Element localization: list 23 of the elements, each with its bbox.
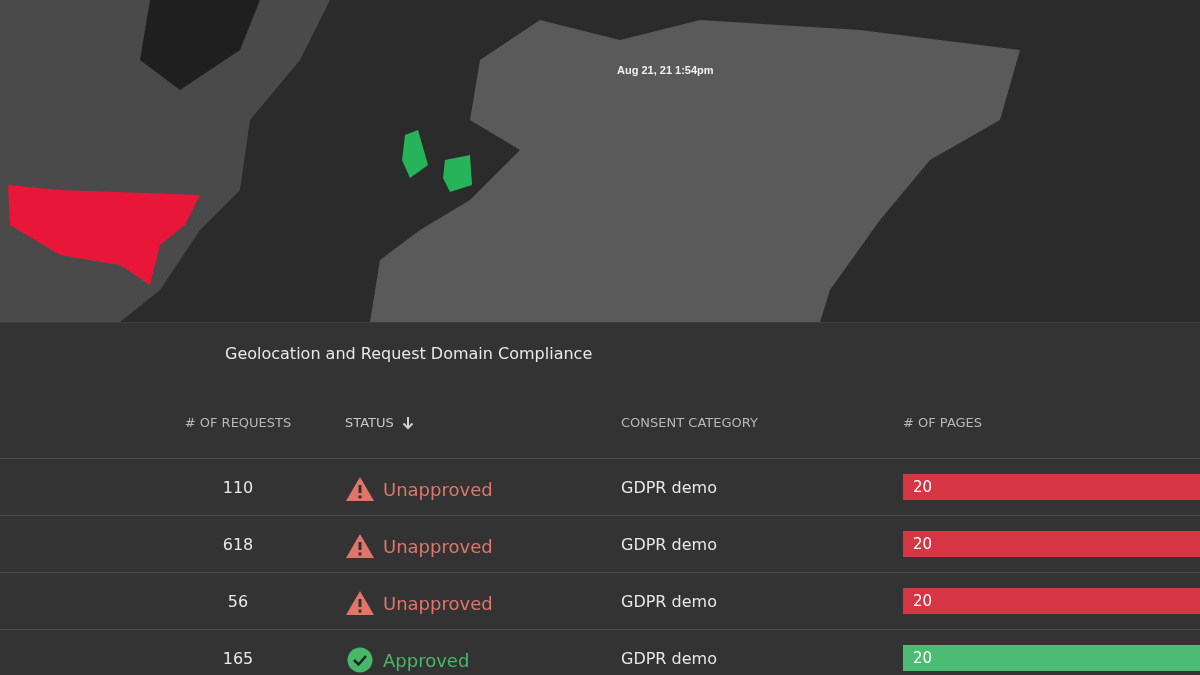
status-label: Unapproved [383,478,493,500]
table-cell: 618 [222,534,254,554]
table-cell: 165 [222,648,254,668]
pages-bar: 20 [903,531,1200,557]
table-cell: 110 [222,477,254,497]
status-label: Unapproved [383,535,493,557]
table-cell: GDPR demo [621,534,717,554]
pages-bar: 20 [903,588,1200,614]
pages-bar: 20 [903,645,1200,671]
pages-bar: 20 [903,474,1200,500]
table-cell: GDPR demo [621,477,717,497]
column-header[interactable]: # OF PAGES [903,415,983,430]
sort-arrow-icon[interactable] [401,415,414,430]
table-cell: 56 [227,591,249,611]
table-cell: GDPR demo [621,648,717,668]
status-label: Unapproved [383,592,493,614]
column-header[interactable]: # OF REQUESTS [184,415,292,430]
status-label: Approved [383,649,470,671]
table-cell: GDPR demo [621,591,717,611]
column-header[interactable]: STATUS [345,415,394,430]
column-header[interactable]: CONSENT CATEGORY [621,415,758,430]
map-timestamp: Aug 21, 21 1:54pm [617,64,714,76]
section-title: Geolocation and Request Domain Compliance [225,344,594,365]
